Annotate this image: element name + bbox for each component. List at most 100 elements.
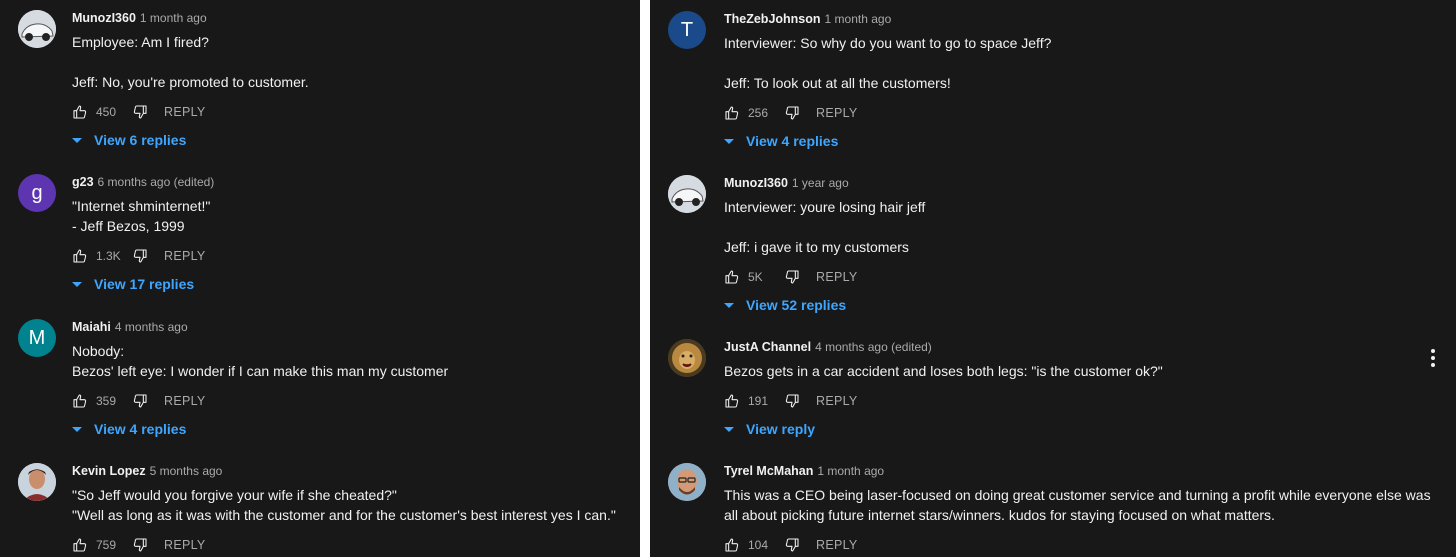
comment-text: Interviewer: youre losing hair jeff Jeff… [724,199,926,255]
like-count: 450 [96,105,117,119]
reply-button[interactable]: REPLY [164,249,206,263]
comment-meta: Maiahi 4 months ago [72,319,620,335]
avatar[interactable]: M [18,319,56,357]
comment-time[interactable]: 1 month ago [817,464,884,478]
view-replies-label: View 6 replies [94,132,187,148]
like-count: 191 [748,394,769,408]
comment-meta: MunozI360 1 year ago [724,175,1436,191]
comment-meta: g23 6 months ago (edited) [72,174,620,190]
view-replies-button[interactable]: View 17 replies [72,274,620,294]
comment-author[interactable]: MunozI360 [724,176,788,190]
view-replies-button[interactable]: View 52 replies [724,295,1436,315]
reply-button[interactable]: REPLY [816,538,858,552]
reply-button[interactable]: REPLY [164,394,206,408]
comment-author[interactable]: Maiahi [72,320,111,334]
car-avatar-icon[interactable] [668,175,706,213]
comment-time[interactable]: 4 months ago [115,320,188,334]
comments-panel-right: T TheZebJohnson 1 month ago Interviewer: … [650,0,1456,557]
caret-down-icon [724,426,734,432]
thumbs-down-icon[interactable] [784,393,800,409]
comment-actions: 104 REPLY [724,535,1436,555]
like-count: 1.3K [96,249,121,263]
comment-actions: 5K REPLY [724,267,1436,287]
caret-down-icon [72,281,82,287]
thumbs-down-icon[interactable] [784,269,800,285]
person-avatar-icon[interactable] [18,463,56,501]
comment-meta: Kevin Lopez 5 months ago [72,463,620,479]
comment-author[interactable]: TheZebJohnson [724,12,821,26]
comment-time[interactable]: 1 month ago [140,11,207,25]
thumbs-up-icon[interactable] [724,393,740,409]
thumbs-down-icon[interactable] [784,537,800,553]
car-avatar-icon[interactable] [18,10,56,48]
comment-time[interactable]: 5 months ago [150,464,223,478]
view-replies-label: View 52 replies [746,297,847,313]
like-count: 104 [748,538,769,552]
thumbs-up-icon[interactable] [724,537,740,553]
comment-actions: 359 REPLY [72,391,620,411]
view-replies-label: View 4 replies [746,133,839,149]
reply-button[interactable]: REPLY [816,270,858,284]
reply-button[interactable]: REPLY [816,394,858,408]
comment-text: Interviewer: So why do you want to go to… [724,35,1052,91]
thumbs-up-icon[interactable] [724,269,740,285]
thumbs-down-icon[interactable] [132,104,148,120]
thumbs-down-icon[interactable] [784,105,800,121]
comment-author[interactable]: MunozI360 [72,11,136,25]
view-replies-label: View reply [746,421,816,437]
comment-time[interactable]: 1 month ago [825,12,892,26]
comment-meta: MunozI360 1 month ago [72,10,620,26]
comment-author[interactable]: g23 [72,175,94,189]
comment-text: Bezos gets in a car accident and loses b… [724,363,1163,379]
view-replies-button[interactable]: View 4 replies [724,131,1436,151]
thumbs-up-icon[interactable] [72,537,88,553]
person-avatar-icon[interactable] [668,463,706,501]
lion-avatar-icon[interactable] [668,339,706,377]
comment-time[interactable]: 1 year ago [792,176,849,190]
comment-author[interactable]: JustA Channel [724,340,811,354]
thumbs-down-icon[interactable] [132,393,148,409]
view-replies-label: View 17 replies [94,276,195,292]
thumbs-up-icon[interactable] [72,393,88,409]
thumbs-up-icon[interactable] [72,104,88,120]
comment-time[interactable]: 4 months ago (edited) [815,340,932,354]
comment-meta: Tyrel McMahan 1 month ago [724,463,1436,479]
comment-actions: 191 REPLY [724,391,1436,411]
comment-time[interactable]: 6 months ago (edited) [98,175,215,189]
comment-text: "So Jeff would you forgive your wife if … [72,487,616,523]
comment-meta: JustA Channel 4 months ago (edited) [724,339,1436,355]
reply-button[interactable]: REPLY [164,105,206,119]
comment-text: "Internet shminternet!" - Jeff Bezos, 19… [72,198,211,234]
view-replies-button[interactable]: View 4 replies [72,419,620,439]
avatar-letter: g [31,181,43,204]
kebab-menu-icon[interactable] [1430,349,1436,367]
avatar[interactable]: T [668,11,706,49]
avatar-letter: M [28,326,46,349]
reply-button[interactable]: REPLY [164,538,206,552]
comment-author[interactable]: Tyrel McMahan [724,464,813,478]
comment-meta: TheZebJohnson 1 month ago [724,11,1436,27]
thumbs-down-icon[interactable] [132,248,148,264]
view-replies-button[interactable]: View 6 replies [72,130,620,150]
like-count: 759 [96,538,117,552]
thumbs-up-icon[interactable] [724,105,740,121]
comments-panel-left: MunozI360 1 month ago Employee: Am I fire… [0,0,640,557]
like-count: 256 [748,106,769,120]
view-replies-label: View 4 replies [94,421,187,437]
thumbs-up-icon[interactable] [72,248,88,264]
reply-button[interactable]: REPLY [816,106,858,120]
comment-actions: 450 REPLY [72,102,620,122]
caret-down-icon [72,137,82,143]
comment-author[interactable]: Kevin Lopez [72,464,146,478]
caret-down-icon [72,426,82,432]
comment-text: Nobody: Bezos' left eye: I wonder if I c… [72,343,449,379]
comment-text: Employee: Am I fired? Jeff: No, you're p… [72,34,309,90]
comment-actions: 256 REPLY [724,103,1436,123]
thumbs-down-icon[interactable] [132,537,148,553]
like-count: 5K [748,270,763,284]
comment-actions: 759 REPLY [72,535,620,555]
caret-down-icon [724,138,734,144]
view-replies-button[interactable]: View reply [724,419,1436,439]
comment-text: This was a CEO being laser-focused on do… [724,487,1431,523]
avatar[interactable]: g [18,174,56,212]
